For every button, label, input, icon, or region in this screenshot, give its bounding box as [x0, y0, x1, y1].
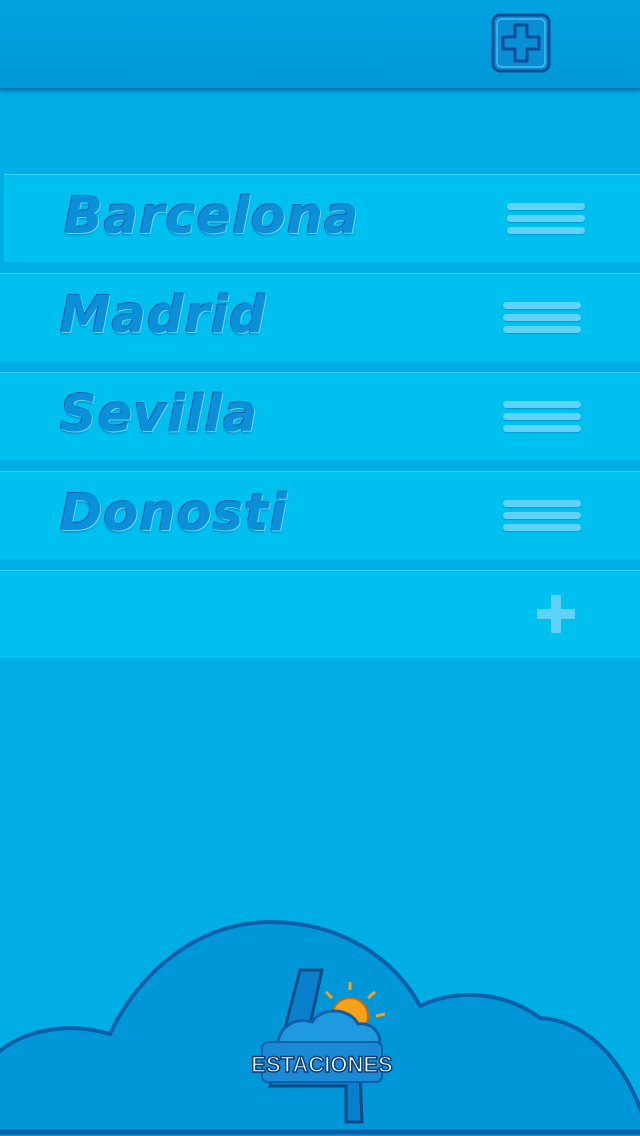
reorder-handle-icon[interactable]	[507, 203, 585, 243]
top-bar	[0, 0, 640, 90]
app-logo-cloud: ESTACIONES	[0, 919, 640, 1136]
city-name: Barcelona	[64, 187, 360, 246]
add-city-button[interactable]	[490, 12, 552, 74]
add-city-row[interactable]	[0, 570, 640, 658]
plus-icon[interactable]	[535, 593, 577, 635]
city-row[interactable]: Donosti	[0, 471, 640, 559]
city-row[interactable]: Madrid	[0, 273, 640, 361]
city-name: Sevilla	[60, 385, 259, 444]
reorder-handle-icon[interactable]	[503, 500, 581, 540]
reorder-handle-icon[interactable]	[503, 302, 581, 342]
reorder-handle-icon[interactable]	[503, 401, 581, 441]
logo-text: ESTACIONES	[251, 1052, 392, 1077]
city-row[interactable]: Sevilla	[0, 372, 640, 460]
city-name: Madrid	[60, 286, 267, 345]
city-row[interactable]: Barcelona	[4, 174, 640, 262]
city-name: Donosti	[60, 484, 288, 543]
city-list: Barcelona Madrid Sevilla Donosti	[0, 174, 640, 658]
